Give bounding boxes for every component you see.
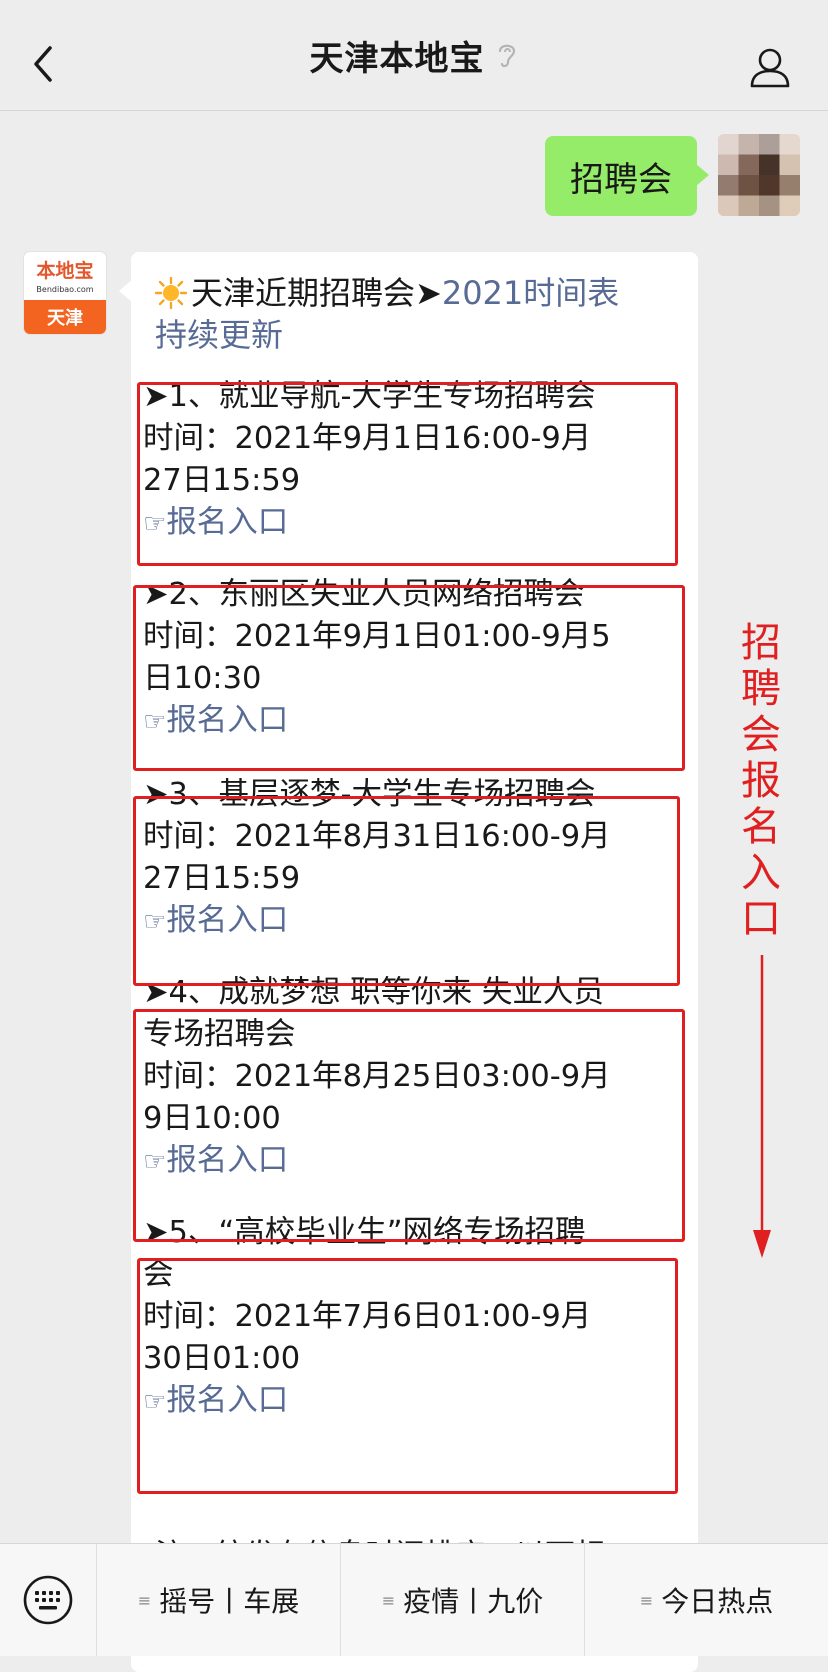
menu-lines-icon: ≡ [137,1590,152,1610]
item-title-cont: 专场招聘会 [143,1017,296,1052]
job-fair-item-5: ➤5、“高校毕业生”网络专场招聘 会 时间：2021年7月6日01:00-9月 … [143,1212,683,1423]
job-fair-item-4: ➤4、成就梦想 职等你来 失业人员 专场招聘会 时间：2021年8月25日03:… [143,972,683,1183]
menu-label: 疫情丨九价 [403,1585,544,1618]
pointing-hand-icon: ☞ [143,707,167,737]
incoming-message-bubble: 天津近期招聘会➤2021时间表 持续更新 ➤1、就业导航-大学生专场招聘会 时间… [119,252,698,1672]
register-link-1[interactable]: 报名入口 [166,505,288,540]
menu-lines-icon: ≡ [381,1590,396,1610]
job-fair-item-2: ➤2、东丽区失业人员网络招聘会 时间：2021年9月1日01:00-9月5 日1… [143,574,683,743]
pointing-hand-icon: ☞ [143,509,167,539]
schedule-link[interactable]: 2021时间表 [442,274,619,312]
bottom-menu-bar: ≡ 摇号丨车展 ≡ 疫情丨九价 ≡ 今日热点 [0,1543,828,1656]
item-title: ➤3、基层逐梦-大学生专场招聘会 [143,777,596,812]
message-intro: 天津近期招聘会➤2021时间表 持续更新 [155,272,675,356]
item-time-cont: 30日01:00 [143,1341,301,1376]
job-fair-item-3: ➤3、基层逐梦-大学生专场招聘会 时间：2021年8月31日16:00-9月 2… [143,774,683,943]
annotation-text: 招聘会报名入口 [741,620,781,942]
intro-text: 天津近期招聘会➤ [191,274,442,312]
register-link-4[interactable]: 报名入口 [166,1143,288,1178]
item-title: ➤2、东丽区失业人员网络招聘会 [143,577,585,612]
pointing-hand-icon: ☞ [143,907,167,937]
chat-title: 天津本地宝 [309,38,485,79]
menu-item-epidemic[interactable]: ≡ 疫情丨九价 [341,1544,584,1656]
pointing-hand-icon: ☞ [143,1387,167,1417]
logo-brand-text: 本地宝 [36,260,94,282]
logo-url-text: Bendibao.com [36,285,94,294]
item-time-cont: 27日15:59 [143,861,301,896]
menu-label: 今日热点 [661,1585,774,1618]
updating-link[interactable]: 持续更新 [155,316,283,354]
menu-item-lottery[interactable]: ≡ 摇号丨车展 [97,1544,340,1656]
item-title: ➤5、“高校毕业生”网络专场招聘 [143,1215,586,1250]
outgoing-message-bubble[interactable]: 招聘会 [545,136,709,216]
item-time: 时间：2021年9月1日16:00-9月 [143,421,592,456]
keyboard-icon[interactable] [22,1574,74,1626]
pointing-hand-icon: ☞ [143,1147,167,1177]
item-title: ➤4、成就梦想 职等你来 失业人员 [143,975,604,1010]
menu-label: 摇号丨车展 [159,1585,300,1618]
register-link-5[interactable]: 报名入口 [166,1383,288,1418]
item-time: 时间：2021年8月31日16:00-9月 [143,819,611,854]
title-wrap: 天津本地宝 [0,0,828,110]
down-arrow-icon [753,955,771,1258]
item-time: 时间：2021年8月25日03:00-9月 [143,1059,611,1094]
outgoing-message-text: 招聘会 [570,159,672,200]
job-fair-item-1: ➤1、就业导航-大学生专场招聘会 时间：2021年9月1日16:00-9月 27… [143,376,683,545]
item-title-cont: 会 [143,1257,174,1292]
item-title: ➤1、就业导航-大学生专场招聘会 [143,379,596,414]
menu-lines-icon: ≡ [639,1590,654,1610]
register-link-3[interactable]: 报名入口 [166,903,288,938]
item-time-cont: 27日15:59 [143,463,301,498]
logo-city-text: 天津 [24,300,106,334]
chat-header: 天津本地宝 [0,0,828,111]
ear-mode-icon [498,44,515,68]
item-time-cont: 日10:30 [143,661,262,696]
item-time: 时间：2021年7月6日01:00-9月 [143,1299,592,1334]
user-avatar[interactable] [718,134,800,216]
register-link-2[interactable]: 报名入口 [166,703,288,738]
item-time: 时间：2021年9月1日01:00-9月5 [143,619,611,654]
menu-item-hot-news[interactable]: ≡ 今日热点 [585,1544,828,1656]
item-time-cont: 9日10:00 [143,1101,281,1136]
sun-icon [155,277,187,309]
bot-avatar[interactable]: 本地宝 Bendibao.com 天津 [24,252,106,334]
profile-icon[interactable] [748,45,792,89]
